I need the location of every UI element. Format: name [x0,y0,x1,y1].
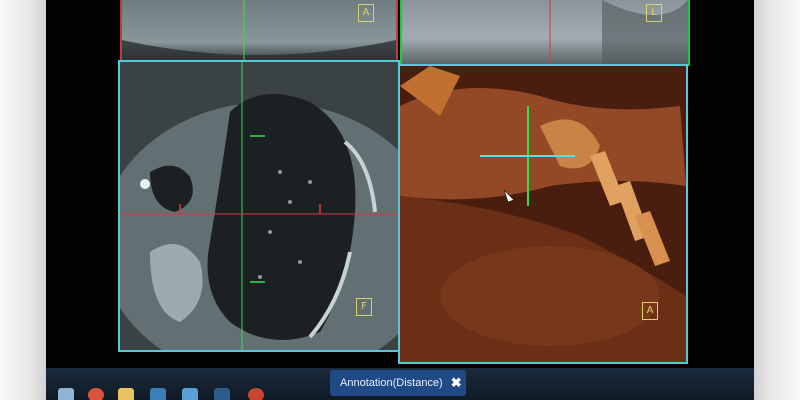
orientation-marker: A [358,4,374,22]
folder-icon[interactable] [118,388,134,400]
annotation-label: Annotation(Distance) [340,377,443,389]
viewport-top-left[interactable]: A [120,0,398,62]
chrome-icon[interactable] [88,388,104,400]
app-icon-2[interactable] [214,388,230,400]
start-icon[interactable] [58,388,74,400]
close-icon[interactable]: ✖ [451,375,462,391]
orientation-marker: F [356,298,372,316]
annotation-distance-tool[interactable]: Annotation(Distance) ✖ [330,370,466,396]
orientation-marker: A [642,302,658,320]
network-icon[interactable] [182,388,198,400]
monitor-bezel-left [0,0,48,400]
ct-slice-image [122,0,396,60]
viewport-axial[interactable]: F [118,60,400,352]
viewport-3d-volume[interactable]: A [398,64,688,364]
monitor-bezel-right [752,0,800,400]
viewport-top-right[interactable]: L [400,0,690,66]
monitor-screen: A L F A Annotation(Distance) ✖ [46,0,754,400]
chrome-icon-2[interactable] [248,388,264,400]
orientation-marker: L [646,4,662,22]
app-icon[interactable] [150,388,166,400]
